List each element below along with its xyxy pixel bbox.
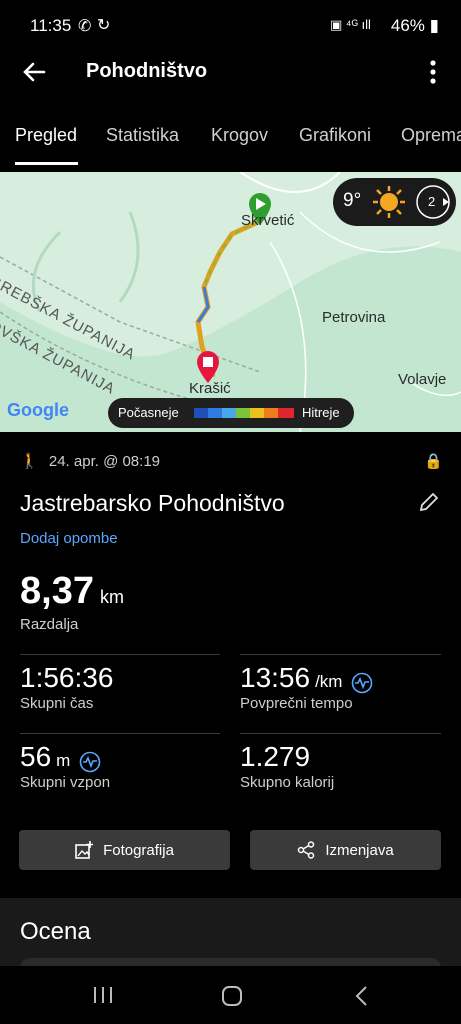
map-label-skrvetic: Skrvetić (241, 212, 295, 229)
signal-icon: ▣ ⁴ᴳ ıll (330, 17, 371, 32)
weather-temp: 9° (343, 190, 362, 211)
share-label: Izmenjava (325, 841, 394, 859)
stat-total-ascent-label: Skupni vzpon (20, 774, 111, 791)
divider (20, 733, 220, 734)
legend-slower-label: Počasneje (118, 405, 179, 420)
system-nav-bar (0, 966, 461, 1024)
map-label-petrovina: Petrovina (322, 309, 386, 326)
add-photo-icon (75, 841, 94, 859)
pace-gradient (194, 408, 294, 418)
stat-avg-pace: 13:56/km (240, 662, 373, 694)
pace-legend: Počasneje Hitreje (108, 398, 354, 428)
map-label-volavje: Volavje (398, 371, 447, 388)
chart-wave-icon (79, 751, 101, 773)
sun-icon (373, 186, 405, 218)
distance-value: 8,37 km (20, 570, 124, 612)
wifi-call-icon: ✆ (78, 18, 92, 35)
add-note-link[interactable]: Dodaj opombe (20, 530, 118, 547)
share-icon (298, 841, 315, 859)
edit-icon[interactable] (418, 491, 440, 513)
google-attribution: Google (7, 400, 69, 420)
battery-text: 46% ▮ (390, 16, 439, 35)
distance-label: Razdalja (20, 616, 79, 633)
activity-date: 24. apr. @ 08:19 (48, 453, 160, 470)
stat-calories: 1.279 (240, 741, 311, 772)
lock-icon[interactable]: 🔒 (424, 452, 443, 470)
rating-title: Ocena (20, 918, 91, 945)
wind-speed: 2 (428, 194, 436, 209)
recent-apps-icon[interactable] (93, 986, 113, 1004)
page-title: Pohodništvo (86, 60, 208, 82)
route-map[interactable]: Skrvetić Petrovina Krašić Volavje GREBŠK… (0, 172, 461, 432)
stat-total-time: 1:56:36 (20, 662, 114, 693)
stat-total-time-label: Skupni čas (20, 695, 94, 712)
weather-badge[interactable]: 9° 2 (333, 178, 456, 226)
map-label-krasic: Krašić (189, 380, 231, 397)
divider (20, 654, 220, 655)
stat-calories-label: Skupno kalorij (240, 774, 335, 791)
kebab-icon (430, 60, 436, 84)
active-tab-indicator (15, 162, 78, 165)
tab-pregled[interactable]: Pregled (15, 125, 77, 146)
stat-total-ascent: 56 m (20, 741, 101, 773)
route-finish-icon (197, 351, 219, 383)
add-photo-label: Fotografija (103, 841, 174, 859)
back-button[interactable] (20, 58, 48, 86)
activity-name: Jastrebarsko Pohodništvo (20, 490, 285, 516)
status-bar: 11:35 ✆ ↻ ▣ ⁴ᴳ ıll 46% ▮ (0, 0, 461, 50)
activity-meta: 🚶 24. apr. @ 08:19 (20, 452, 160, 470)
add-photo-button[interactable]: Fotografija (19, 830, 230, 870)
stat-avg-pace-label: Povprečni tempo (240, 695, 353, 712)
chart-wave-icon (351, 672, 373, 694)
home-icon[interactable] (221, 985, 243, 1007)
share-button[interactable]: Izmenjava (250, 830, 441, 870)
legend-faster-label: Hitreje (302, 405, 340, 420)
back-nav-icon[interactable] (354, 985, 368, 1007)
tab-grafikoni[interactable]: Grafikoni (299, 125, 371, 146)
more-options-button[interactable] (425, 58, 441, 86)
sync-icon: ↻ (97, 17, 111, 34)
tab-oprema[interactable]: Oprema (401, 125, 461, 146)
tab-bar: Pregled Statistika Krogov Grafikoni Opre… (0, 120, 461, 166)
arrow-left-icon (23, 62, 46, 82)
tab-krogov[interactable]: Krogov (211, 125, 268, 146)
divider (240, 654, 441, 655)
divider (240, 733, 441, 734)
status-time: 11:35 (30, 16, 72, 35)
hiking-icon: 🚶 (20, 453, 39, 470)
tab-statistika[interactable]: Statistika (106, 125, 179, 146)
